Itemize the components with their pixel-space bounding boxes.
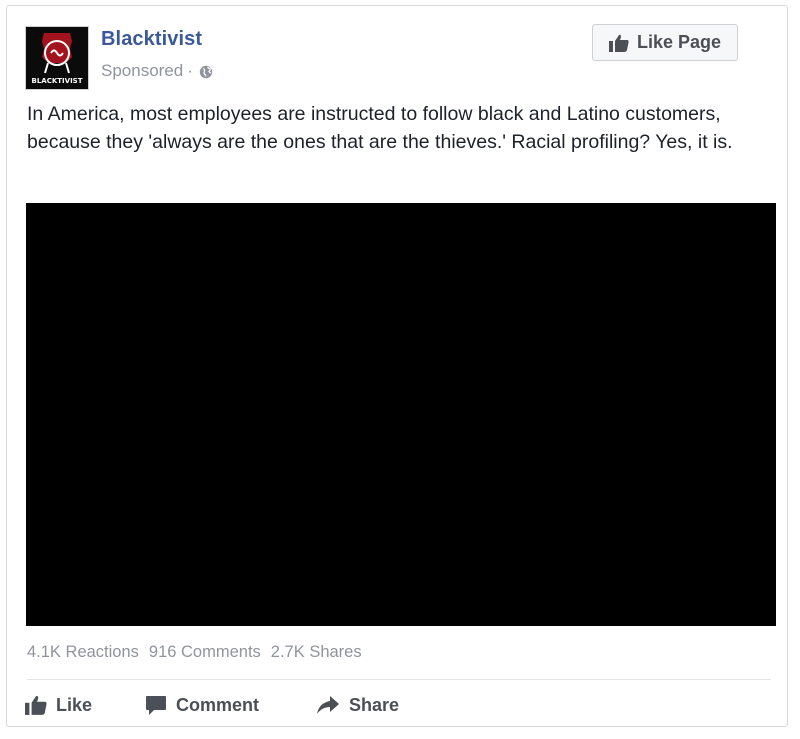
avatar-logo-text: BLACKTIVIST [32, 77, 83, 85]
thumbs-up-icon [25, 695, 47, 715]
sponsored-post-card: BLACKTIVIST Blacktivist Sponsored · Like… [6, 5, 788, 727]
share-button[interactable]: Share [316, 695, 399, 716]
sponsored-label[interactable]: Sponsored [101, 61, 183, 81]
engagement-stats: 4.1K Reactions 916 Comments 2.7K Shares [27, 643, 362, 662]
page-avatar[interactable]: BLACKTIVIST [25, 26, 89, 90]
shares-count[interactable]: 2.7K Shares [271, 643, 362, 662]
comment-label: Comment [176, 694, 260, 715]
share-label: Share [349, 694, 400, 715]
reactions-count[interactable]: 4.1K Reactions [27, 643, 139, 662]
actions-divider [27, 679, 771, 680]
comments-count[interactable]: 916 Comments [149, 643, 261, 662]
post-body-text: In America, most employees are instructe… [27, 103, 733, 153]
post-meta: Sponsored · [101, 61, 213, 81]
meta-separator: · [187, 61, 193, 80]
like-button[interactable]: Like [25, 695, 145, 716]
globe-icon [199, 64, 213, 79]
share-arrow-icon [316, 695, 340, 715]
like-page-button[interactable]: Like Page [592, 24, 738, 61]
blacktivist-logo-icon: BLACKTIVIST [26, 27, 88, 89]
comment-bubble-icon [145, 694, 167, 716]
page-name-link[interactable]: Blacktivist [101, 28, 202, 51]
post-actions-bar: Like Comment Share [25, 690, 399, 720]
comment-button[interactable]: Comment [145, 694, 316, 716]
like-page-label: Like Page [636, 32, 722, 52]
thumbs-up-icon [608, 34, 629, 52]
like-label: Like [56, 694, 93, 715]
video-player[interactable] [26, 203, 776, 626]
